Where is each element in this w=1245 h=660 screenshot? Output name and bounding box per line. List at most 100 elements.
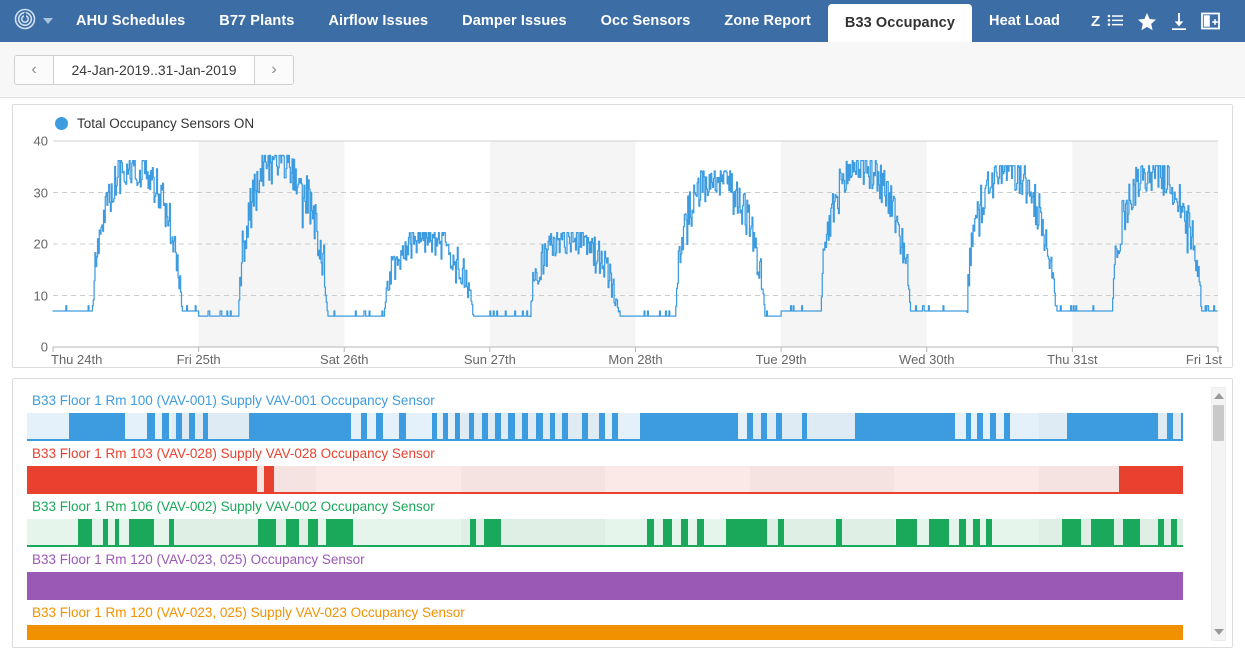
- sensor-on-segment: [162, 413, 170, 439]
- sensor-on-segment: [468, 413, 475, 439]
- sensor-on-segment: [1171, 519, 1178, 545]
- sensor-panel-scrollbar[interactable]: [1211, 387, 1226, 641]
- spiral-target-logo-icon[interactable]: [14, 8, 36, 35]
- sensor-on-segment: [986, 519, 993, 545]
- nav-tab-b77-plants[interactable]: B77 Plants: [202, 0, 311, 42]
- sensor-row[interactable]: B33 Floor 1 Rm 120 (VAV-023, 025) Supply…: [23, 600, 1183, 640]
- favorite-star-icon[interactable]: [1137, 12, 1157, 31]
- list-view-icon[interactable]: [1107, 13, 1124, 30]
- x-tick-label: Thu 24th: [51, 352, 103, 367]
- sensor-on-segment: [1119, 466, 1183, 492]
- sensor-row-band[interactable]: [27, 466, 1183, 492]
- sensor-on-segment: [68, 413, 126, 439]
- nav-tab-airflow-issues[interactable]: Airflow Issues: [311, 0, 445, 42]
- sensor-on-segment: [285, 519, 299, 545]
- z-indicator-label: Z: [1091, 12, 1101, 30]
- day-stripes: [27, 519, 1183, 545]
- sensor-on-segment: [599, 413, 605, 439]
- sensor-on-segment: [928, 519, 950, 545]
- sensor-on-segment: [1122, 519, 1141, 545]
- sensor-on-segment: [896, 519, 918, 545]
- sensor-on-segment: [27, 466, 258, 492]
- sensor-row[interactable]: B33 Floor 1 Rm 100 (VAV-001) Supply VAV-…: [23, 388, 1183, 441]
- date-range-input[interactable]: 24-Jan-2019..31-Jan-2019: [54, 56, 254, 84]
- scroll-down-arrow-icon[interactable]: [1212, 625, 1225, 639]
- x-tick-label: Wed 30th: [899, 352, 955, 367]
- sensor-on-segment: [1003, 413, 1010, 439]
- sensor-on-segment: [681, 519, 689, 545]
- sensor-on-segment: [495, 413, 501, 439]
- sensor-on-segment: [169, 519, 174, 545]
- occupancy-chart-panel: Total Occupancy Sensors ON 0 10 20 30 40 Thu…: [12, 104, 1233, 368]
- sensor-on-segment: [376, 413, 384, 439]
- sensor-row[interactable]: B33 Floor 1 Rm 120 (VAV-023, 025) Occupa…: [23, 547, 1183, 600]
- sensor-row[interactable]: B33 Floor 1 Rm 103 (VAV-028) Supply VAV-…: [23, 441, 1183, 494]
- sensor-on-segment: [258, 519, 276, 545]
- x-axis-ticks: Thu 24th Fri 25th Sat 26th Sun 27th Mon 28th…: [13, 347, 1234, 369]
- sensor-on-segment: [549, 413, 556, 439]
- sensor-on-segment: [646, 519, 654, 545]
- add-panel-icon[interactable]: [1201, 12, 1221, 30]
- nav-tab-ahu-schedules[interactable]: AHU Schedules: [59, 0, 202, 42]
- sensor-on-segment: [431, 413, 438, 439]
- sensor-on-segment: [1090, 519, 1114, 545]
- navigation-tabs: AHU Schedules B77 Plants Airflow Issues Dam…: [59, 0, 1077, 42]
- download-icon[interactable]: [1170, 12, 1188, 31]
- x-tick-label: Mon 28th: [608, 352, 663, 367]
- y-tick-label: 10: [33, 288, 48, 303]
- sensor-on-segment: [697, 519, 705, 545]
- sensor-on-segment: [989, 413, 996, 439]
- nav-tab-heat-load[interactable]: Heat Load: [972, 0, 1077, 42]
- date-range-control: ‹ 24-Jan-2019..31-Jan-2019 ›: [14, 55, 294, 85]
- occupancy-line-chart[interactable]: [13, 105, 1234, 369]
- sensor-on-segment: [836, 519, 842, 545]
- nav-tab-damper-issues[interactable]: Damper Issues: [445, 0, 583, 42]
- nav-tab-zone-report[interactable]: Zone Report: [707, 0, 828, 42]
- brand-area[interactable]: [0, 0, 59, 42]
- sensor-on-segment: [114, 519, 120, 545]
- nav-tab-occ-sensors[interactable]: Occ Sensors: [584, 0, 708, 42]
- sensor-on-segment: [263, 466, 275, 492]
- y-tick-label: 30: [33, 185, 48, 200]
- sensor-on-segment: [27, 572, 1183, 598]
- sensor-on-segment: [103, 519, 108, 545]
- sensor-on-segment: [27, 625, 1183, 640]
- scrollbar-thumb[interactable]: [1213, 405, 1224, 441]
- sensor-on-segment: [521, 413, 528, 439]
- sensor-on-segment: [147, 413, 156, 439]
- sensor-on-segment: [1180, 413, 1183, 439]
- x-tick-label: Tue 29th: [755, 352, 807, 367]
- sensor-row-band[interactable]: [27, 413, 1183, 439]
- previous-period-button[interactable]: ‹: [15, 56, 54, 84]
- x-tick-label: Fri 25th: [176, 352, 221, 367]
- sensor-on-segment: [778, 519, 785, 545]
- sensor-row-band[interactable]: [27, 519, 1183, 545]
- sensor-row-label: B33 Floor 1 Rm 120 (VAV-023, 025) Occupa…: [23, 547, 1183, 572]
- x-tick-label: Fri 1st: [1185, 352, 1222, 367]
- nav-tab-b33-occupancy[interactable]: B33 Occupancy: [827, 4, 972, 42]
- sensor-on-segment: [854, 413, 956, 439]
- top-navigation-bar: AHU Schedules B77 Plants Airflow Issues Dam…: [0, 0, 1245, 42]
- sensor-on-segment: [202, 413, 209, 439]
- sensor-row[interactable]: B33 Floor 1 Rm 106 (VAV-002) Supply VAV-…: [23, 494, 1183, 547]
- chevron-down-icon[interactable]: [43, 18, 53, 24]
- sensor-on-segment: [977, 413, 983, 439]
- sensor-row-band[interactable]: [27, 572, 1183, 598]
- sensor-on-segment: [483, 519, 501, 545]
- day-stripes: [27, 413, 1183, 439]
- next-period-button[interactable]: ›: [254, 56, 293, 84]
- sensor-timeline-panel: B33 Floor 1 Rm 100 (VAV-001) Supply VAV-…: [12, 378, 1233, 648]
- sensor-on-segment: [1067, 413, 1158, 439]
- sensor-on-segment: [776, 413, 782, 439]
- sensor-on-segment: [443, 413, 448, 439]
- x-tick-label: Sat 26th: [320, 352, 369, 367]
- sensor-on-segment: [188, 413, 195, 439]
- sensor-on-segment: [326, 519, 353, 545]
- sensor-on-segment: [761, 413, 767, 439]
- sensor-on-segment: [1061, 519, 1082, 545]
- sensor-on-segment: [361, 413, 367, 439]
- sensor-on-segment: [639, 413, 738, 439]
- sensor-on-segment: [972, 519, 980, 545]
- sensor-row-band[interactable]: [27, 625, 1183, 640]
- scroll-up-arrow-icon[interactable]: [1212, 389, 1225, 403]
